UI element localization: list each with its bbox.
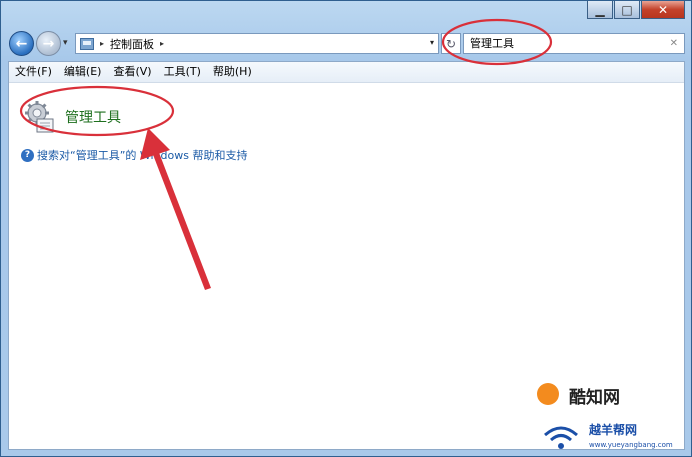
menu-edit[interactable]: 编辑(E)	[58, 62, 108, 82]
navigation-bar: ← → ▾ ▸ 控制面板 ▸ ▾ ↻ 管理工具 ✕	[9, 31, 685, 57]
clear-search-icon[interactable]: ✕	[670, 34, 678, 53]
recent-pages-dropdown[interactable]: ▾	[63, 38, 68, 48]
menu-bar: 文件(F) 编辑(E) 查看(V) 工具(T) 帮助(H)	[9, 62, 684, 83]
control-panel-icon	[80, 37, 94, 50]
search-input[interactable]: 管理工具 ✕	[463, 33, 685, 54]
help-icon: ?	[21, 148, 34, 162]
breadcrumb-control-panel[interactable]: 控制面板	[110, 36, 154, 52]
address-bar[interactable]: ▸ 控制面板 ▸ ▾	[75, 33, 439, 54]
windows-help-link[interactable]: ? 搜索对“管理工具”的 Windows 帮助和支持	[21, 147, 248, 163]
wifi-icon	[544, 426, 578, 449]
menu-tools[interactable]: 工具(T)	[158, 62, 207, 82]
menu-view[interactable]: 查看(V)	[107, 62, 157, 82]
breadcrumb-separator-icon[interactable]: ▸	[160, 39, 164, 48]
arrow-left-icon: ←	[15, 35, 28, 52]
forward-button[interactable]: →	[36, 31, 61, 56]
menu-help[interactable]: 帮助(H)	[207, 62, 258, 82]
watermark-url: www.yueyangbang.com	[589, 441, 673, 449]
help-link-text[interactable]: 搜索对“管理工具”的 Windows 帮助和支持	[37, 147, 248, 163]
breadcrumb-separator-icon[interactable]: ▸	[100, 39, 104, 48]
watermark-text-2: 越羊帮网	[589, 423, 638, 437]
address-dropdown-icon[interactable]: ▾	[430, 38, 434, 47]
search-result-item[interactable]: 管理工具	[23, 100, 121, 134]
close-button[interactable]: ✕	[641, 1, 685, 19]
menu-file[interactable]: 文件(F)	[9, 62, 58, 82]
watermark-text-1: 酷知网	[569, 388, 620, 408]
maximize-button[interactable]: □	[614, 1, 640, 19]
arrow-right-icon: →	[42, 35, 55, 52]
watermark-logo-icon	[537, 383, 559, 405]
refresh-button[interactable]: ↻	[441, 33, 461, 54]
minimize-button[interactable]: ▁	[587, 1, 613, 19]
caption-buttons: ▁ □ ✕	[586, 1, 685, 19]
search-value: 管理工具	[470, 37, 514, 50]
back-button[interactable]: ←	[9, 31, 34, 56]
refresh-icon: ↻	[445, 36, 457, 51]
administrative-tools-icon	[23, 100, 57, 134]
result-title-admin-tools[interactable]: 管理工具	[65, 107, 121, 127]
explorer-window: ▁ □ ✕ ← → ▾ ▸ 控制面板 ▸ ▾ ↻ 管理工具 ✕ 文件(F) 编辑…	[0, 0, 692, 457]
